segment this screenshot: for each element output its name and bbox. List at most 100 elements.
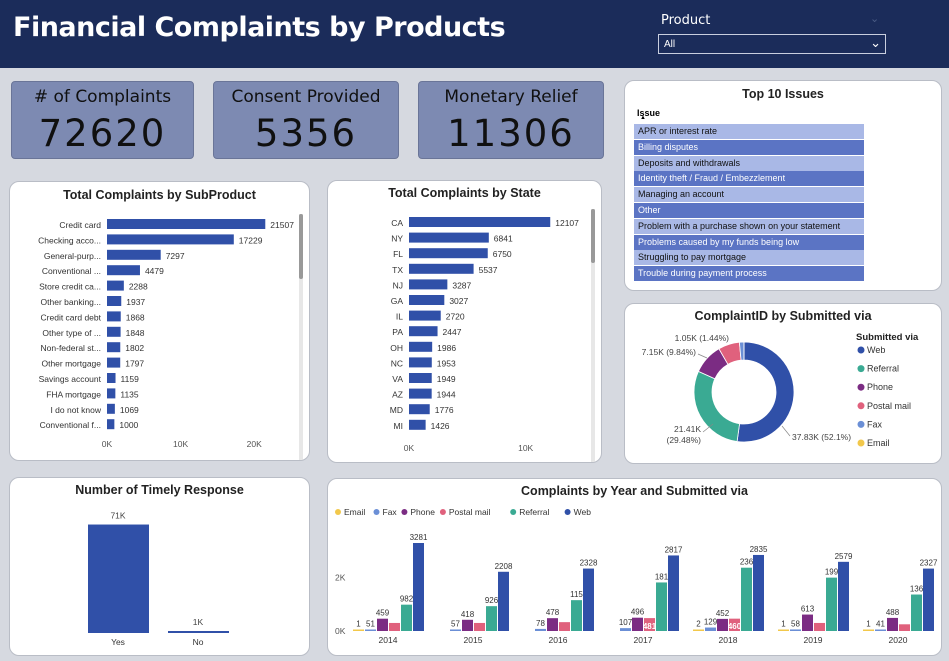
page-title: Financial Complaints by Products (13, 12, 506, 43)
legend-label[interactable]: Web (574, 507, 592, 517)
bar[interactable] (107, 326, 121, 337)
legend-label[interactable]: Fax (383, 507, 398, 517)
bar[interactable] (741, 567, 752, 631)
legend-label[interactable]: Email (867, 438, 890, 448)
bar[interactable] (409, 373, 432, 383)
bar[interactable] (462, 619, 473, 631)
bar[interactable] (802, 614, 813, 631)
bar[interactable] (486, 606, 497, 631)
legend-label[interactable]: Referral (519, 507, 549, 517)
bar[interactable] (620, 628, 631, 631)
subproduct-bar-chart: Credit card 21507 Checking acco... 17229 Gen… (38, 219, 294, 449)
bar-value-label: 1159 (121, 374, 140, 384)
bar[interactable] (923, 568, 934, 631)
issue-row[interactable]: Struggling to pay mortgage (634, 250, 864, 266)
bar[interactable] (409, 357, 432, 368)
legend-label[interactable]: Email (344, 507, 365, 517)
bar[interactable] (693, 629, 704, 632)
x-tick-label: 20K (247, 439, 262, 449)
slicer-collapse-icon[interactable]: ⌄ (870, 12, 879, 25)
issue-row[interactable]: Problems caused by my funds being low (634, 234, 864, 250)
bar[interactable] (409, 310, 441, 321)
legend-label[interactable]: Phone (867, 382, 893, 392)
bar[interactable] (409, 326, 438, 337)
issue-row[interactable]: Other (634, 203, 864, 218)
bar[interactable] (409, 279, 448, 290)
state-scrollbar[interactable] (591, 209, 595, 263)
bar[interactable] (409, 232, 489, 243)
issue-row[interactable]: Identity theft / Fraud / Embezzlement (634, 171, 864, 187)
bar[interactable] (168, 631, 229, 633)
donut-slice[interactable] (736, 341, 795, 443)
bar[interactable] (911, 594, 922, 631)
subproduct-scrollbar[interactable] (299, 214, 303, 279)
legend-label[interactable]: Referral (867, 364, 899, 374)
bar[interactable] (107, 296, 122, 306)
bar[interactable] (668, 555, 679, 631)
bar[interactable] (107, 388, 116, 399)
bar[interactable] (107, 357, 121, 368)
bar[interactable] (88, 524, 149, 633)
bar[interactable] (705, 627, 716, 631)
bar[interactable] (535, 628, 546, 631)
bar[interactable] (107, 403, 115, 414)
legend-label[interactable]: Phone (410, 507, 435, 517)
bar[interactable] (413, 543, 424, 631)
bar[interactable] (107, 249, 161, 260)
bar[interactable] (863, 629, 874, 632)
bar[interactable] (474, 622, 485, 631)
bar[interactable] (838, 561, 849, 631)
bar[interactable] (790, 629, 801, 631)
bar[interactable] (107, 311, 121, 322)
bar[interactable] (559, 622, 570, 631)
category-label: MD (390, 405, 403, 415)
legend-label[interactable]: Fax (867, 419, 883, 429)
bar[interactable] (899, 624, 910, 631)
bar[interactable] (107, 373, 116, 383)
issue-row[interactable]: Trouble during payment process (634, 266, 864, 282)
issue-row[interactable]: Billing disputes (634, 139, 864, 155)
bar[interactable] (875, 629, 886, 632)
bar[interactable] (656, 582, 667, 631)
bar[interactable] (778, 629, 789, 632)
bar[interactable] (571, 600, 582, 631)
legend-label[interactable]: Postal mail (449, 507, 491, 517)
bar[interactable] (717, 618, 728, 631)
issue-row[interactable]: Problem with a purchase shown on your st… (634, 218, 864, 234)
bar[interactable] (107, 234, 234, 245)
bar[interactable] (401, 604, 412, 631)
bar[interactable] (409, 248, 488, 259)
bar[interactable] (353, 629, 364, 632)
bar[interactable] (409, 295, 445, 305)
bar[interactable] (583, 568, 594, 631)
leader-line (697, 353, 708, 359)
bar[interactable] (498, 571, 509, 631)
legend-label[interactable]: Postal mail (867, 401, 911, 411)
bar[interactable] (107, 265, 140, 276)
bar[interactable] (409, 217, 551, 227)
bar[interactable] (632, 617, 643, 631)
bar[interactable] (409, 404, 430, 415)
product-slicer-dropdown[interactable]: All ⌄ (658, 34, 886, 54)
bar[interactable] (107, 280, 124, 291)
bar[interactable] (107, 342, 121, 353)
bar[interactable] (107, 219, 266, 229)
bar[interactable] (409, 388, 432, 399)
bar[interactable] (826, 577, 837, 631)
bar[interactable] (547, 618, 558, 631)
bar[interactable] (409, 263, 474, 274)
bar[interactable] (409, 419, 426, 430)
bar[interactable] (389, 622, 400, 631)
bar[interactable] (107, 419, 115, 430)
bar[interactable] (377, 618, 388, 631)
bar[interactable] (450, 629, 461, 631)
bar[interactable] (409, 341, 433, 352)
issue-row[interactable]: APR or interest rate (634, 124, 864, 139)
bar[interactable] (753, 554, 764, 631)
bar[interactable] (814, 622, 825, 631)
issue-row[interactable]: Managing an account (634, 187, 864, 203)
bar[interactable] (887, 617, 898, 631)
issue-row[interactable]: Deposits and withdrawals (634, 155, 864, 171)
legend-label[interactable]: Web (867, 345, 885, 355)
bar[interactable] (365, 629, 376, 632)
